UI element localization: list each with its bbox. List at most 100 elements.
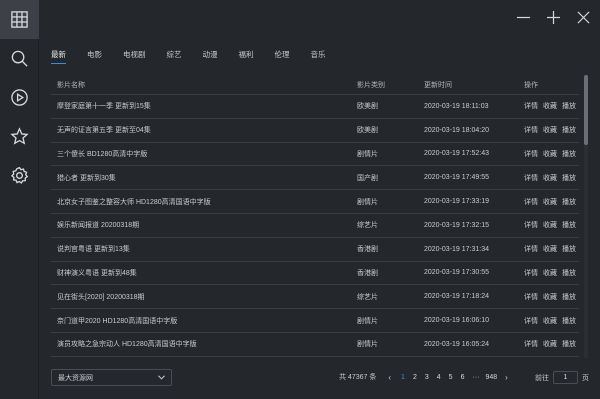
action-play-button[interactable]: 播放 xyxy=(562,244,576,254)
action-favorite-button[interactable]: 收藏 xyxy=(543,292,557,302)
row-title[interactable]: 演员攻略之急宗动人 HD1280高清国语中字版 xyxy=(51,339,357,349)
tab-welfare[interactable]: 福利 xyxy=(239,49,254,64)
table-row[interactable]: 猎心者 更新到30集 国产剧 2020-03-19 17:49:55 详情 收藏 播放 xyxy=(51,166,579,191)
row-title[interactable]: 北京女子图鉴之整容大师 HD1280高清国语中字版 xyxy=(51,197,357,207)
table-row[interactable]: 摩登家庭第十一季 更新到15集 欧美剧 2020-03-19 18:11:03 详情收… xyxy=(51,95,579,119)
action-play-button[interactable]: 播放 xyxy=(562,220,576,230)
header-actions: 操作 xyxy=(524,81,538,89)
page-5[interactable]: 5 xyxy=(449,374,453,381)
row-title[interactable]: 猎心者 更新到30集 xyxy=(51,173,357,183)
action-details-button[interactable]: 详情 xyxy=(524,125,538,135)
action-play-button[interactable]: 播放 xyxy=(562,125,576,135)
action-play-button[interactable]: 播放 xyxy=(562,101,576,111)
action-favorite-button[interactable]: 收藏 xyxy=(543,268,557,278)
row-title[interactable]: 见在街头[2020] 20200318期 xyxy=(51,292,357,302)
action-details-button[interactable]: 详情 xyxy=(524,197,538,207)
table-row[interactable]: 说判官粤语 更新到13集 香港剧 2020-03-19 17:31:34 详情 收藏 播放 xyxy=(51,238,579,262)
sidebar-item-favorites[interactable] xyxy=(0,117,39,156)
page-last[interactable]: 948 xyxy=(485,374,497,381)
minimize-button[interactable] xyxy=(514,8,532,26)
action-favorite-button[interactable]: 收藏 xyxy=(543,101,557,111)
action-details-button[interactable]: 详情 xyxy=(524,292,538,302)
table-row[interactable]: 无声的证言第五季 更新至04集 欧美剧 2020-03-19 18:04:20 详情收… xyxy=(51,119,579,143)
action-details-button[interactable]: 详情 xyxy=(524,220,538,230)
row-actions: 详情 收藏 播放 xyxy=(524,244,579,254)
action-favorite-button[interactable]: 收藏 xyxy=(543,173,557,183)
action-favorite-button[interactable]: 收藏 xyxy=(543,244,557,254)
row-title[interactable]: 说判官粤语 更新到13集 xyxy=(51,244,357,254)
row-title[interactable]: 奈门道甲2020 HD1280高清国语中字版 xyxy=(51,316,357,326)
table-row[interactable]: 见在街头[2020] 20200318期 综艺片 2020-03-19 17:18:… xyxy=(51,285,579,310)
action-details-button[interactable]: 详情 xyxy=(524,339,538,349)
page-4[interactable]: 4 xyxy=(437,374,441,381)
table-row[interactable]: 财神演义粤语 更新到48集 香港剧 2020-03-19 17:30:55 详情 收藏播… xyxy=(51,262,579,286)
action-favorite-button[interactable]: 收藏 xyxy=(543,316,557,326)
page-3[interactable]: 3 xyxy=(425,374,429,381)
scrollbar-thumb[interactable] xyxy=(584,75,588,145)
page-1[interactable]: 1 xyxy=(401,374,405,381)
row-category: 欧美剧 xyxy=(357,127,378,135)
row-title[interactable]: 娱乐新闻报道 20200318期 xyxy=(51,220,357,230)
row-title[interactable]: 财神演义粤语 更新到48集 xyxy=(51,268,357,278)
tab-music[interactable]: 音乐 xyxy=(311,49,326,64)
table-row[interactable]: 奈门道甲2020 HD1280高清国语中字版 剧情片 2020-03-19 16:0… xyxy=(51,309,579,333)
action-play-button[interactable]: 播放 xyxy=(562,173,576,183)
sidebar-item-latest[interactable] xyxy=(0,0,39,39)
row-update-time: 2020-03-19 17:31:34 xyxy=(424,245,489,253)
action-play-button[interactable]: 播放 xyxy=(562,149,576,159)
action-details-button[interactable]: 详情 xyxy=(524,173,538,183)
header-title: 影片名称 xyxy=(57,81,85,89)
play-icon xyxy=(11,89,28,106)
action-play-button[interactable]: 播放 xyxy=(562,339,576,349)
close-button[interactable] xyxy=(574,8,592,26)
tab-tv-series[interactable]: 电视剧 xyxy=(123,49,146,64)
action-favorite-button[interactable]: 收藏 xyxy=(543,339,557,349)
page-6[interactable]: 6 xyxy=(461,374,465,381)
goto-page-input[interactable] xyxy=(553,371,578,384)
next-page-button[interactable]: › xyxy=(505,373,508,382)
row-title[interactable]: 无声的证言第五季 更新至04集 xyxy=(51,125,357,135)
tab-ethics[interactable]: 伦理 xyxy=(275,49,290,64)
page-suffix: 页 xyxy=(582,374,589,382)
tab-variety[interactable]: 综艺 xyxy=(167,49,182,64)
maximize-button[interactable] xyxy=(544,8,562,26)
grid-icon xyxy=(11,11,28,28)
action-details-button[interactable]: 详情 xyxy=(524,101,538,111)
prev-page-button[interactable]: ‹ xyxy=(388,373,391,382)
table-row[interactable]: 演员攻略之急宗动人 HD1280高清国语中字版 剧情片 2020-03-19 16:… xyxy=(51,333,579,357)
sidebar-item-settings[interactable] xyxy=(0,156,39,195)
action-favorite-button[interactable]: 收藏 xyxy=(543,149,557,159)
table-row[interactable]: 娱乐新闻报道 20200318期 综艺片 2020-03-19 17:32:15 详情… xyxy=(51,214,579,238)
action-play-button[interactable]: 播放 xyxy=(562,316,576,326)
action-play-button[interactable]: 播放 xyxy=(562,292,576,302)
row-title[interactable]: 摩登家庭第十一季 更新到15集 xyxy=(51,101,357,111)
row-actions: 详情 收藏 播放 xyxy=(524,339,579,349)
table-row[interactable]: 三个傻长 BD1280高清中字版 剧情片 2020-03-19 17:52:43 详情… xyxy=(51,143,579,167)
row-update-time: 2020-03-19 18:11:03 xyxy=(424,102,489,110)
action-favorite-button[interactable]: 收藏 xyxy=(543,125,557,135)
action-favorite-button[interactable]: 收藏 xyxy=(543,220,557,230)
action-favorite-button[interactable]: 收藏 xyxy=(543,197,557,207)
source-select[interactable]: 最大资源网 xyxy=(51,369,172,386)
action-play-button[interactable]: 播放 xyxy=(562,268,576,278)
action-play-button[interactable]: 播放 xyxy=(562,197,576,207)
page-2[interactable]: 2 xyxy=(413,374,417,381)
tab-movies[interactable]: 电影 xyxy=(87,49,102,64)
row-category: 欧美剧 xyxy=(357,103,378,111)
sidebar-item-play[interactable] xyxy=(0,78,39,117)
action-details-button[interactable]: 详情 xyxy=(524,268,538,278)
row-category: 国产剧 xyxy=(357,174,378,182)
row-category: 剧情片 xyxy=(357,341,378,349)
action-details-button[interactable]: 详情 xyxy=(524,149,538,159)
table-row[interactable]: 北京女子图鉴之整容大师 HD1280高清国语中字版 剧情片 2020-03-19 1… xyxy=(51,190,579,214)
action-details-button[interactable]: 详情 xyxy=(524,316,538,326)
chevron-down-icon xyxy=(158,375,165,380)
source-select-value: 最大资源网 xyxy=(58,374,93,382)
scrollbar[interactable] xyxy=(584,75,588,358)
sidebar-item-search[interactable] xyxy=(0,39,39,78)
more-pages[interactable]: ··· xyxy=(472,374,479,381)
tab-latest[interactable]: 最新 xyxy=(51,49,66,64)
action-details-button[interactable]: 详情 xyxy=(524,244,538,254)
tab-anime[interactable]: 动漫 xyxy=(203,49,218,64)
row-title[interactable]: 三个傻长 BD1280高清中字版 xyxy=(51,149,357,159)
